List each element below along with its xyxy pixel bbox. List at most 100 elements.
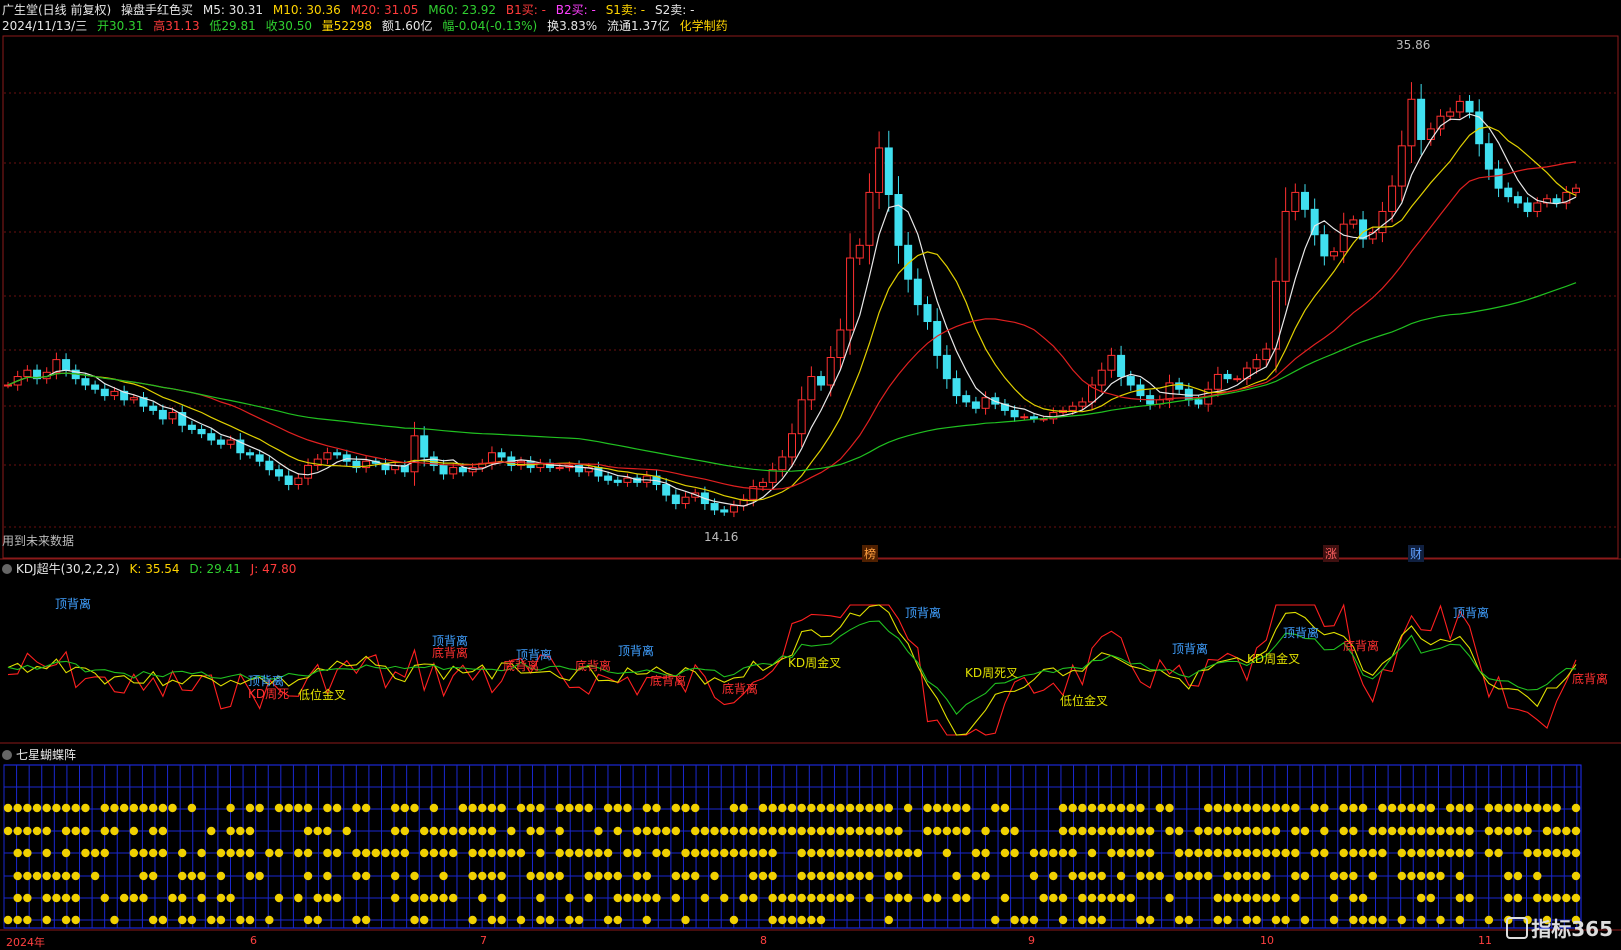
butterfly-dot [1513,803,1523,813]
butterfly-dot [1203,871,1213,881]
butterfly-dot [710,871,719,881]
butterfly-dot [1087,826,1097,836]
candle-body [613,479,622,483]
butterfly-dot [1078,893,1087,903]
butterfly-dot [158,915,168,925]
candle-body [1484,143,1493,170]
butterfly-dot [303,803,313,813]
butterfly-dot [216,871,226,881]
butterfly-dot [148,871,158,881]
butterfly-dot [497,803,506,813]
kdj-signal-label: 低位金叉 [298,688,347,702]
butterfly-dot [720,826,729,836]
butterfly-dot [729,826,739,836]
candle-body [304,464,313,479]
candle-body [1407,98,1416,147]
butterfly-dot [1165,826,1174,836]
butterfly-dot [129,893,139,903]
butterfly-dot [807,848,816,858]
butterfly-dot [594,871,603,881]
butterfly-dot [574,915,584,925]
butterfly-dot [1455,915,1465,925]
butterfly-dot [236,826,245,836]
butterfly-dot [691,826,700,836]
butterfly-dot [1445,826,1455,836]
butterfly-dot [1078,803,1087,813]
main-panel-frame [2,35,1619,559]
butterfly-dot [178,848,187,858]
butterfly-dot [1271,848,1281,858]
xaxis-label-2024: 2024年 [6,936,45,949]
kdj-signal-label: 顶背离 [618,644,655,658]
butterfly-dot [245,915,255,925]
badge-zhang[interactable]: 涨 [1323,545,1340,562]
butterfly-dot [129,826,139,836]
butterfly-dot [652,893,661,903]
butterfly-dot [1416,826,1426,836]
candle-body [1223,373,1232,380]
butterfly-dot [603,803,613,813]
xaxis-label-6: 6 [250,934,257,947]
candle-body [671,494,680,505]
butterfly-dot [236,848,245,858]
chart-canvas[interactable] [0,0,1621,950]
butterfly-dot [691,803,700,813]
butterfly-dot [884,915,893,925]
collapse-icon[interactable] [2,564,12,574]
butterfly-dot [1339,848,1348,858]
butterfly-dot [497,915,506,925]
kdj-signal-label: KD周金叉 [788,656,842,670]
butterfly-dot [400,848,410,858]
badge-cai[interactable]: 财 [1408,545,1425,562]
butterfly-dot [342,826,351,836]
butterfly-dot [865,893,874,903]
butterfly-dot [61,893,71,903]
butterfly-dot [265,848,274,858]
butterfly-dot [768,893,777,903]
butterfly-dot [42,848,51,858]
collapse-icon[interactable] [2,750,12,760]
butterfly-dot [294,803,303,813]
candle-body [1078,401,1087,407]
butterfly-dot [1320,803,1329,813]
butterfly-dot [1416,871,1426,881]
butterfly-dot [632,871,642,881]
butterfly-dot [710,826,719,836]
butterfly-dot [1136,826,1145,836]
butterfly-dot [1203,826,1213,836]
butterfly-dot [478,871,487,881]
butterfly-dot [758,871,768,881]
butterfly-dot [129,803,139,813]
butterfly-dot [758,803,768,813]
butterfly-dot [400,826,410,836]
butterfly-dot [23,803,32,813]
candle-body [226,439,235,445]
butterfly-dot [1097,871,1106,881]
butterfly-panel-title[interactable]: 七星蝴蝶阵 [2,746,76,763]
butterfly-dot [768,871,777,881]
candle-body [1465,100,1474,113]
butterfly-dot [749,893,758,903]
butterfly-dot [449,826,458,836]
butterfly-dot [1310,803,1319,813]
butterfly-dot [952,826,961,836]
butterfly-dot [971,871,981,881]
butterfly-dot [613,803,622,813]
candle-body [1117,354,1126,378]
kdj-panel-title[interactable]: KDJ超牛(30,2,2,2) K: 35.54 D: 29.41 J: 47.… [2,560,296,577]
butterfly-dot [807,871,816,881]
butterfly-dot [1020,915,1029,925]
butterfly-dot [216,893,226,903]
butterfly-dot [468,915,477,925]
candle-body [923,304,932,323]
badge-bang[interactable]: 榜 [862,545,879,562]
butterfly-dot [139,893,148,903]
xaxis-label-11: 11 [1478,934,1492,947]
butterfly-dot [61,803,71,813]
candle-body [1010,409,1019,418]
butterfly-dot [652,848,661,858]
butterfly-dot [429,826,439,836]
butterfly-dot [555,848,564,858]
brand-icon [1506,917,1529,939]
butterfly-dot [1252,826,1261,836]
